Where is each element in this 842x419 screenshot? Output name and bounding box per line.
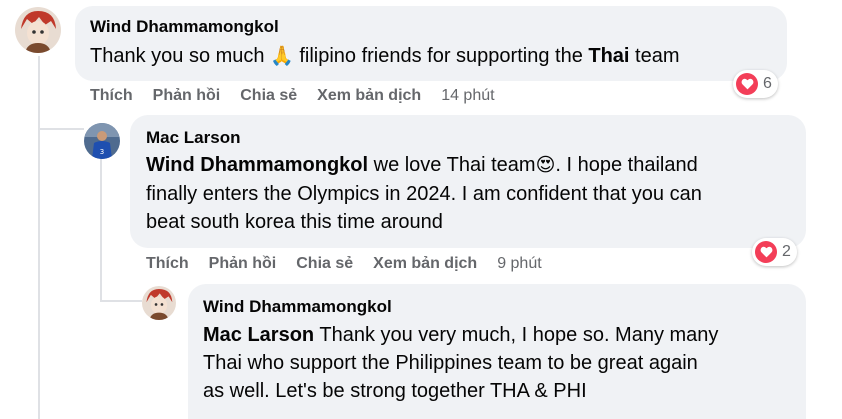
reaction-count: 2 — [782, 243, 791, 260]
reaction-count: 6 — [763, 75, 772, 92]
reaction-summary[interactable]: 2 — [752, 238, 797, 266]
heart-icon — [736, 73, 758, 95]
mention-link[interactable]: Wind Dhammamongkol — [146, 154, 368, 176]
like-button[interactable]: Thích — [146, 255, 189, 272]
comment-author[interactable]: Wind Dhammamongkol — [203, 297, 392, 317]
reply-button[interactable]: Phản hồi — [209, 255, 277, 272]
comment-line: Mac Larson Thank you very much, I hope s… — [203, 321, 803, 349]
comment-text-part: we love Thai team — [368, 154, 536, 176]
comment-line: Thai who support the Philippines team to… — [203, 352, 698, 374]
thread-connector-2 — [100, 300, 142, 302]
share-button[interactable]: Chia sẻ — [296, 255, 353, 272]
folded-hands-emoji: 🙏 — [270, 46, 294, 67]
comment-text-part: Thank you so much — [90, 45, 271, 67]
thread-connector-1 — [38, 128, 84, 130]
heart-eyes-emoji: 😍 — [535, 155, 556, 176]
timestamp[interactable]: 9 phút — [497, 255, 541, 272]
comment-text: Mac Larson Thank you very much, I hope s… — [203, 321, 803, 405]
comment-line: finally enters the Olympics in 2024. I a… — [146, 183, 702, 205]
comment-text: Thank you so much 🙏 filipino friends for… — [90, 42, 680, 71]
comment-author[interactable]: Wind Dhammamongkol — [90, 17, 279, 37]
translate-button[interactable]: Xem bản dịch — [317, 87, 421, 104]
thread-line-main — [38, 56, 40, 419]
svg-text:3: 3 — [100, 148, 104, 156]
comment-line: Wind Dhammamongkol we love Thai team😍. I… — [146, 151, 796, 180]
heart-icon — [755, 241, 777, 263]
timestamp[interactable]: 14 phút — [441, 87, 494, 104]
comment-line: as well. Let's be strong together THA & … — [203, 380, 587, 402]
translate-button[interactable]: Xem bản dịch — [373, 255, 477, 272]
comment-text-part: team — [629, 45, 680, 67]
thread-line-reply — [100, 156, 102, 300]
comment-text-part: Thank you very much, I hope so. Many man… — [314, 324, 719, 346]
reaction-summary[interactable]: 6 — [733, 70, 778, 98]
comment-text: Wind Dhammamongkol we love Thai team😍. I… — [146, 151, 796, 236]
comment-text-part: . I hope thailand — [555, 154, 698, 176]
share-button[interactable]: Chia sẻ — [240, 87, 297, 104]
comment-actions: Thích Phản hồi Chia sẻ Xem bản dịch 14 phút — [90, 87, 495, 105]
comment-bold-text: Thai — [588, 45, 630, 67]
avatar[interactable]: 3 — [84, 123, 120, 159]
avatar[interactable] — [142, 286, 176, 320]
comment-actions: Thích Phản hồi Chia sẻ Xem bản dịch 9 phút — [146, 255, 542, 273]
avatar[interactable] — [15, 7, 61, 53]
comment-line: beat south korea this time around — [146, 211, 443, 233]
comment-author[interactable]: Mac Larson — [146, 128, 240, 148]
mention-link[interactable]: Mac Larson — [203, 324, 314, 346]
reply-button[interactable]: Phản hồi — [153, 87, 221, 104]
comment-text-part: filipino friends for supporting the — [293, 45, 589, 67]
like-button[interactable]: Thích — [90, 87, 133, 104]
